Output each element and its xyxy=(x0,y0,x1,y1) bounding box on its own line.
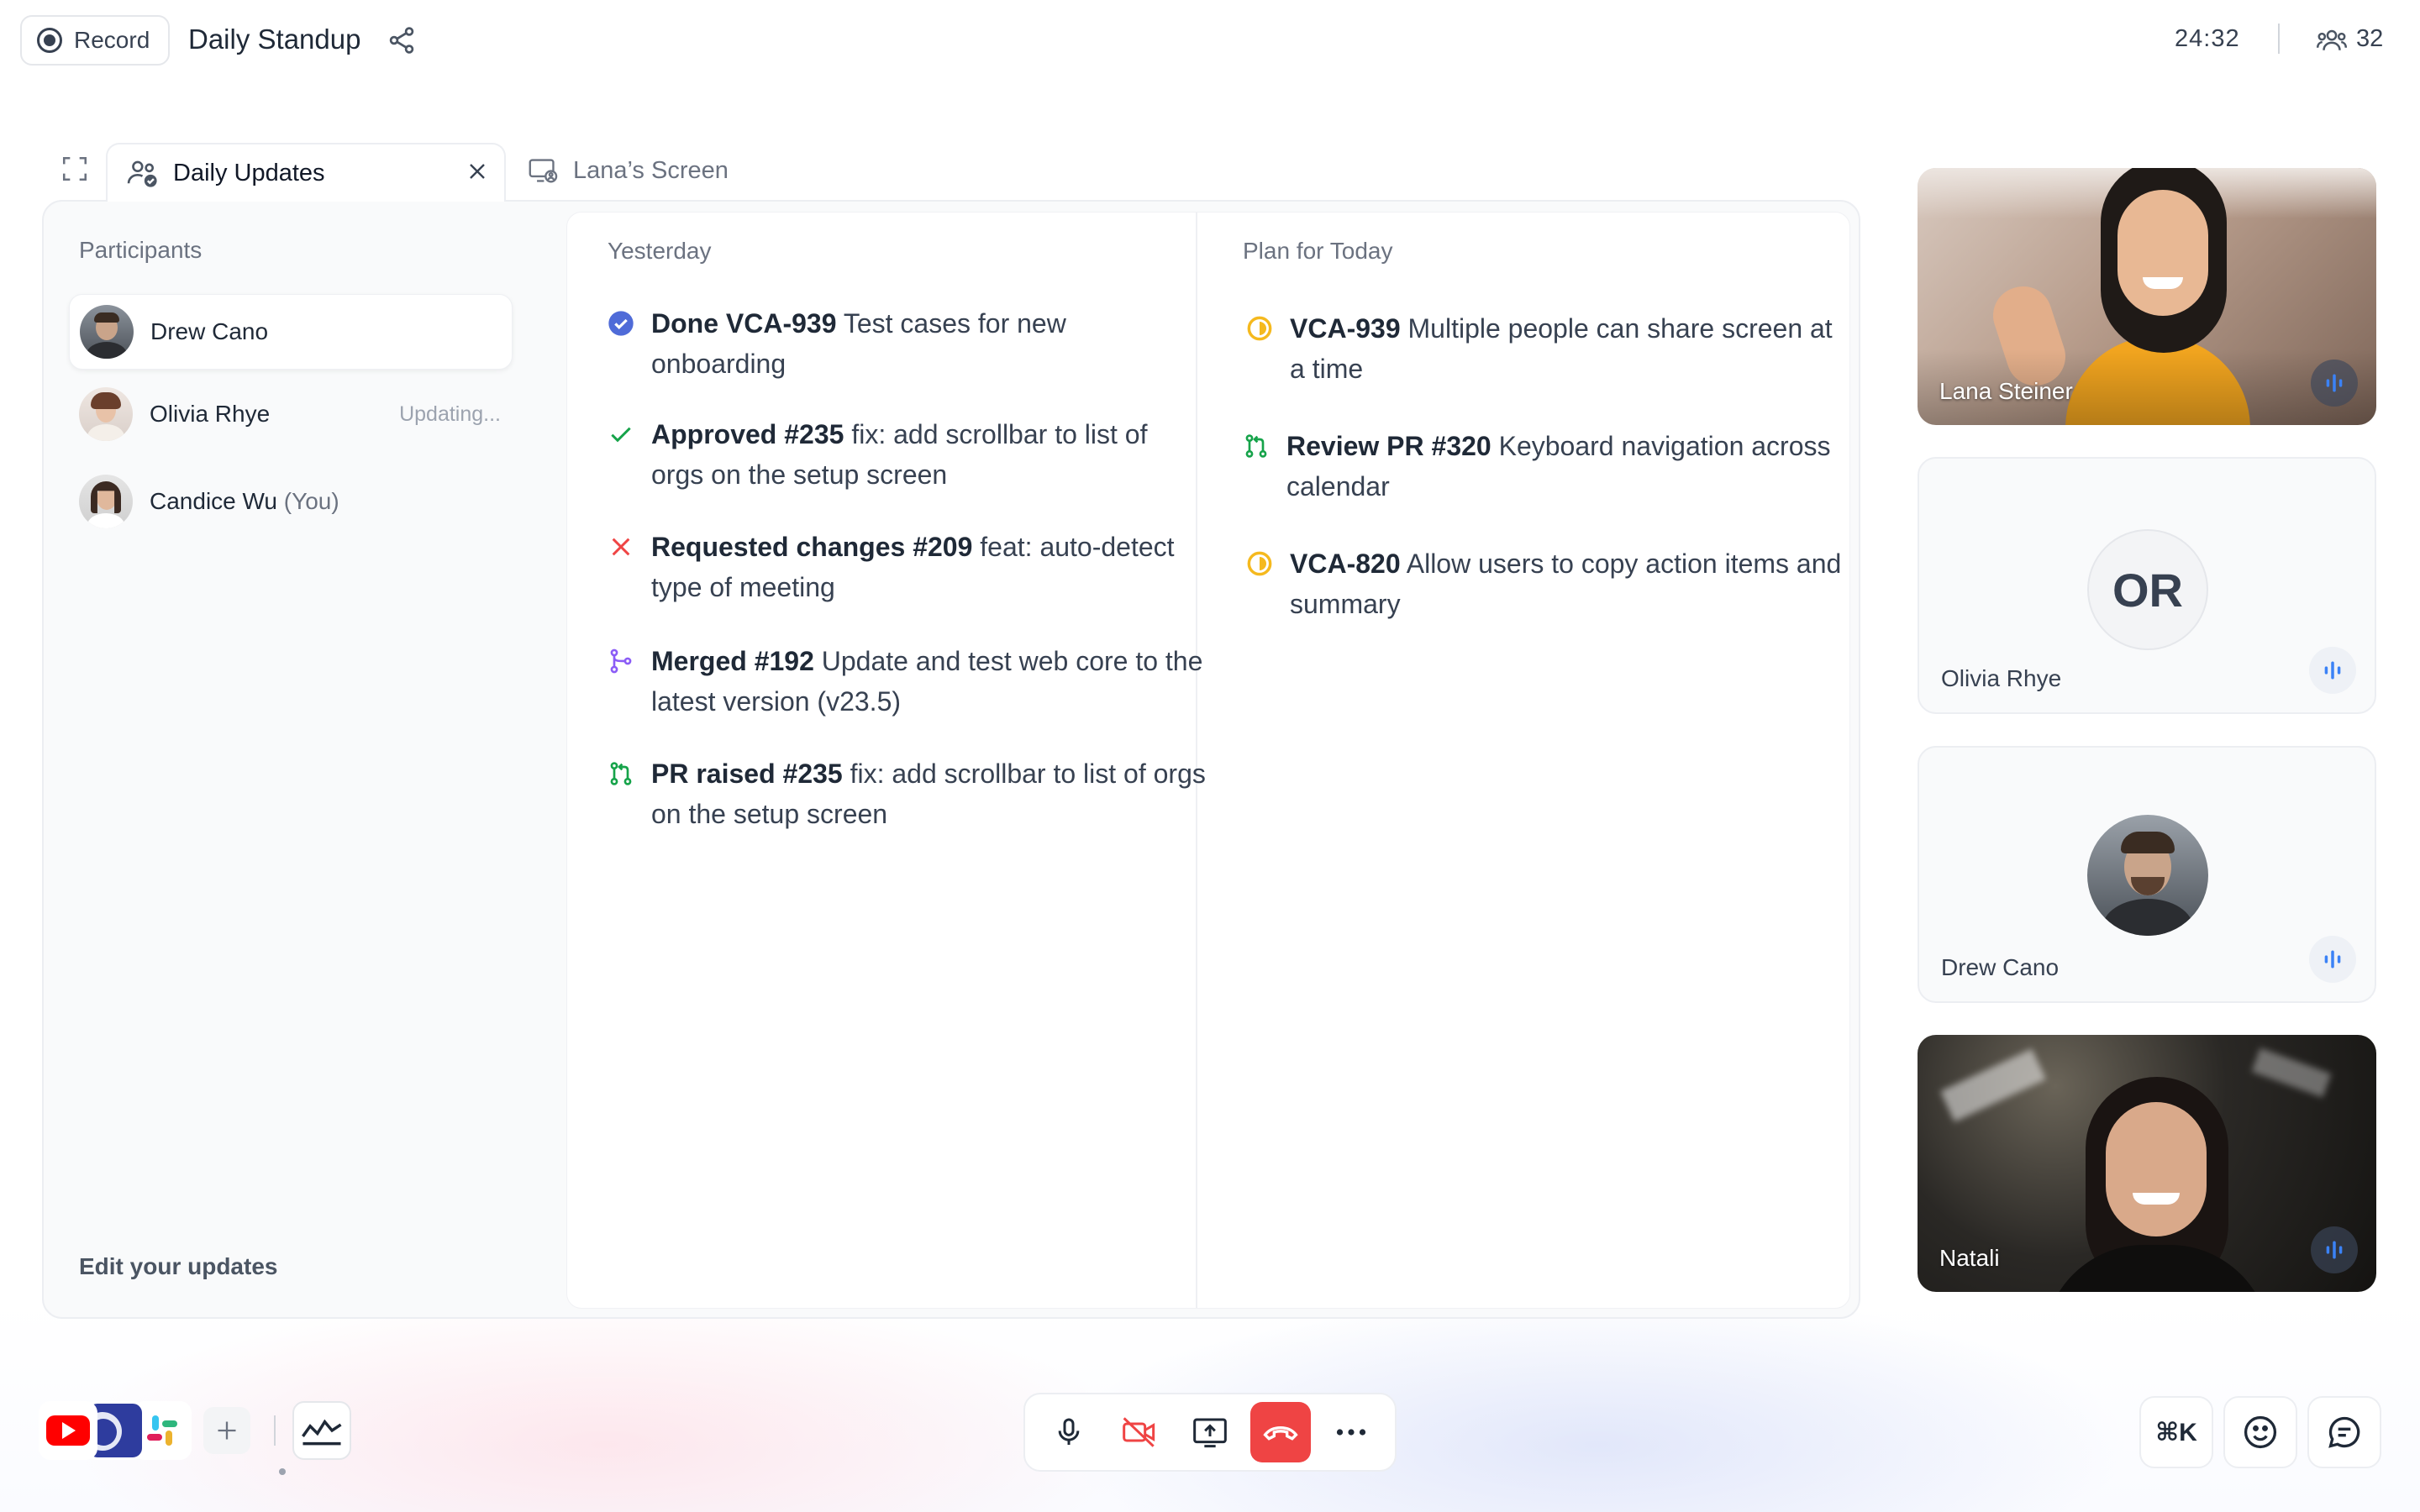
audio-level-icon xyxy=(2311,1226,2358,1273)
avatar xyxy=(2087,815,2208,936)
microphone-icon xyxy=(1058,1418,1080,1445)
participant-olivia-rhye[interactable]: Olivia Rhye Updating... xyxy=(69,376,513,452)
more-options-button[interactable] xyxy=(1321,1402,1381,1462)
chat-button[interactable] xyxy=(2307,1396,2381,1468)
avatar xyxy=(80,305,134,359)
chat-icon xyxy=(2328,1416,2360,1448)
avatar xyxy=(79,387,133,441)
participant-name: Olivia Rhye xyxy=(150,401,271,427)
call-controls xyxy=(1023,1393,1397,1472)
tab-lanas-screen[interactable]: Lana’s Screen xyxy=(528,150,729,192)
record-label: Record xyxy=(74,27,150,53)
plus-icon xyxy=(218,1421,236,1440)
participant-candice-wu[interactable]: Candice Wu (You) xyxy=(69,464,513,539)
participant-name: Candice Wu (You) xyxy=(150,488,339,514)
video-tile-natali[interactable]: Natali xyxy=(1918,1035,2376,1292)
avatar xyxy=(79,475,133,528)
pull-request-icon xyxy=(610,762,632,785)
activity-button[interactable] xyxy=(292,1401,351,1460)
participants-icon[interactable] xyxy=(2316,25,2348,55)
participants-heading: Participants xyxy=(79,237,203,263)
audio-level-icon xyxy=(2309,647,2356,694)
video-tile-lana-steiner[interactable]: Lana Steiner xyxy=(1918,168,2376,425)
check-icon xyxy=(611,427,631,443)
youtube-app-icon[interactable] xyxy=(39,1401,97,1460)
more-dots-icon xyxy=(1336,1429,1366,1436)
merge-icon xyxy=(610,648,632,674)
today-item: VCA-820 Allow users to copy action items… xyxy=(1247,543,1844,624)
check-circle-icon xyxy=(608,311,634,336)
tile-name: Lana Steiner xyxy=(1939,378,2073,404)
x-icon xyxy=(612,538,630,556)
microphone-button[interactable] xyxy=(1039,1402,1099,1462)
reactions-button[interactable] xyxy=(2223,1396,2297,1468)
activity-chart-icon xyxy=(302,1419,342,1446)
participant-name: Drew Cano xyxy=(150,318,269,344)
meeting-timer: 24:32 xyxy=(2175,25,2240,52)
audio-level-icon xyxy=(2309,936,2356,983)
participant-count: 32 xyxy=(2356,25,2384,52)
record-icon xyxy=(37,28,62,53)
tab-daily-updates[interactable]: Daily Updates xyxy=(106,143,506,202)
header-divider xyxy=(2278,24,2280,54)
tab-label: Daily Updates xyxy=(173,159,325,186)
end-call-button[interactable] xyxy=(1250,1402,1311,1462)
edit-updates-link[interactable]: Edit your updates xyxy=(79,1253,277,1280)
yesterday-item: PR raised #235 fix: add scrollbar to lis… xyxy=(610,753,1206,834)
in-progress-icon xyxy=(1247,316,1272,341)
participants-sidebar: Participants Drew Cano Olivia Rhye Updat… xyxy=(44,202,544,1317)
share-screen-icon xyxy=(1193,1418,1227,1448)
in-progress-icon xyxy=(1247,551,1272,576)
video-tile-drew-cano[interactable]: Drew Cano xyxy=(1918,746,2376,1003)
today-item: Review PR #320 Keyboard navigation acros… xyxy=(1245,426,1841,507)
close-icon xyxy=(470,164,485,179)
video-tile-olivia-rhye[interactable]: OR Olivia Rhye xyxy=(1918,457,2376,714)
tab-label: Lana’s Screen xyxy=(573,156,729,184)
yesterday-item: Merged #192 Update and test web core to … xyxy=(610,641,1206,722)
audio-level-icon xyxy=(2311,360,2358,407)
updates-board: Yesterday Plan for Today Done VCA-939 Te… xyxy=(566,212,1850,1309)
video-off-icon xyxy=(1123,1417,1155,1447)
share-icon[interactable] xyxy=(387,25,417,55)
tray-divider xyxy=(274,1415,276,1446)
hang-up-icon xyxy=(1263,1425,1298,1441)
yesterday-heading: Yesterday xyxy=(608,238,712,264)
today-heading: Plan for Today xyxy=(1243,238,1393,264)
share-screen-button[interactable] xyxy=(1180,1402,1240,1462)
today-item: VCA-939 Multiple people can share screen… xyxy=(1247,308,1844,389)
tile-name: Natali xyxy=(1939,1245,2000,1271)
tile-name: Drew Cano xyxy=(1941,954,2060,980)
initials-avatar: OR xyxy=(2087,529,2208,650)
add-app-button[interactable] xyxy=(203,1407,250,1454)
record-button[interactable]: Record xyxy=(20,15,170,66)
command-palette-button[interactable]: ⌘K xyxy=(2139,1396,2213,1468)
close-tab-button[interactable] xyxy=(460,155,494,188)
screen-share-icon xyxy=(529,159,558,183)
participant-drew-cano[interactable]: Drew Cano xyxy=(69,294,513,370)
meeting-title: Daily Standup xyxy=(188,24,361,55)
expand-icon[interactable] xyxy=(60,155,89,183)
yesterday-item: Done VCA-939 Test cases for new onboardi… xyxy=(608,303,1206,384)
yesterday-item: Approved #235 fix: add scrollbar to list… xyxy=(611,414,1206,495)
participant-status: Updating... xyxy=(399,402,501,426)
daily-updates-panel: Participants Drew Cano Olivia Rhye Updat… xyxy=(42,200,1860,1319)
emoji-icon xyxy=(2244,1415,2277,1449)
users-check-icon xyxy=(127,160,157,187)
camera-off-button[interactable] xyxy=(1109,1402,1170,1462)
yesterday-item: Requested changes #209 feat: auto-detect… xyxy=(612,527,1206,607)
active-app-indicator xyxy=(279,1468,286,1475)
pull-request-icon xyxy=(1245,434,1267,458)
app-tray xyxy=(39,1399,351,1462)
top-bar: Record Daily Standup 24:32 32 xyxy=(0,0,2420,81)
tile-name: Olivia Rhye xyxy=(1941,665,2062,691)
